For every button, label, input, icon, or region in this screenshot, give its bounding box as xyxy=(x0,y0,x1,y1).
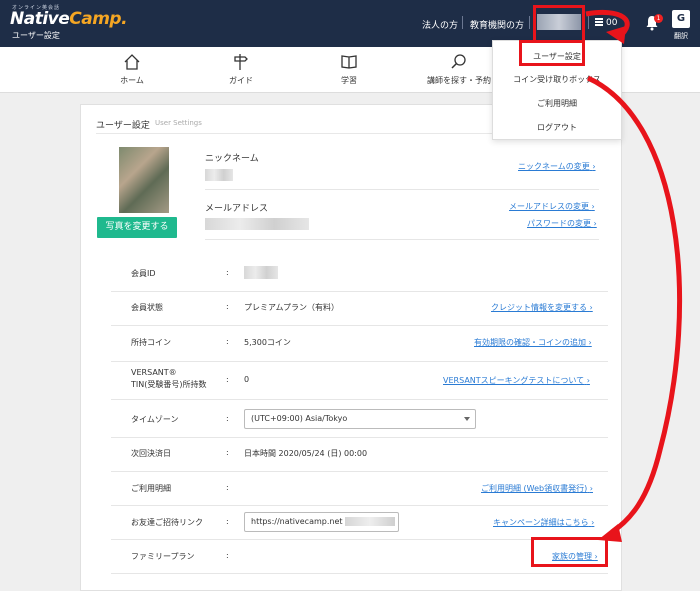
annotation-arrow xyxy=(585,9,683,542)
